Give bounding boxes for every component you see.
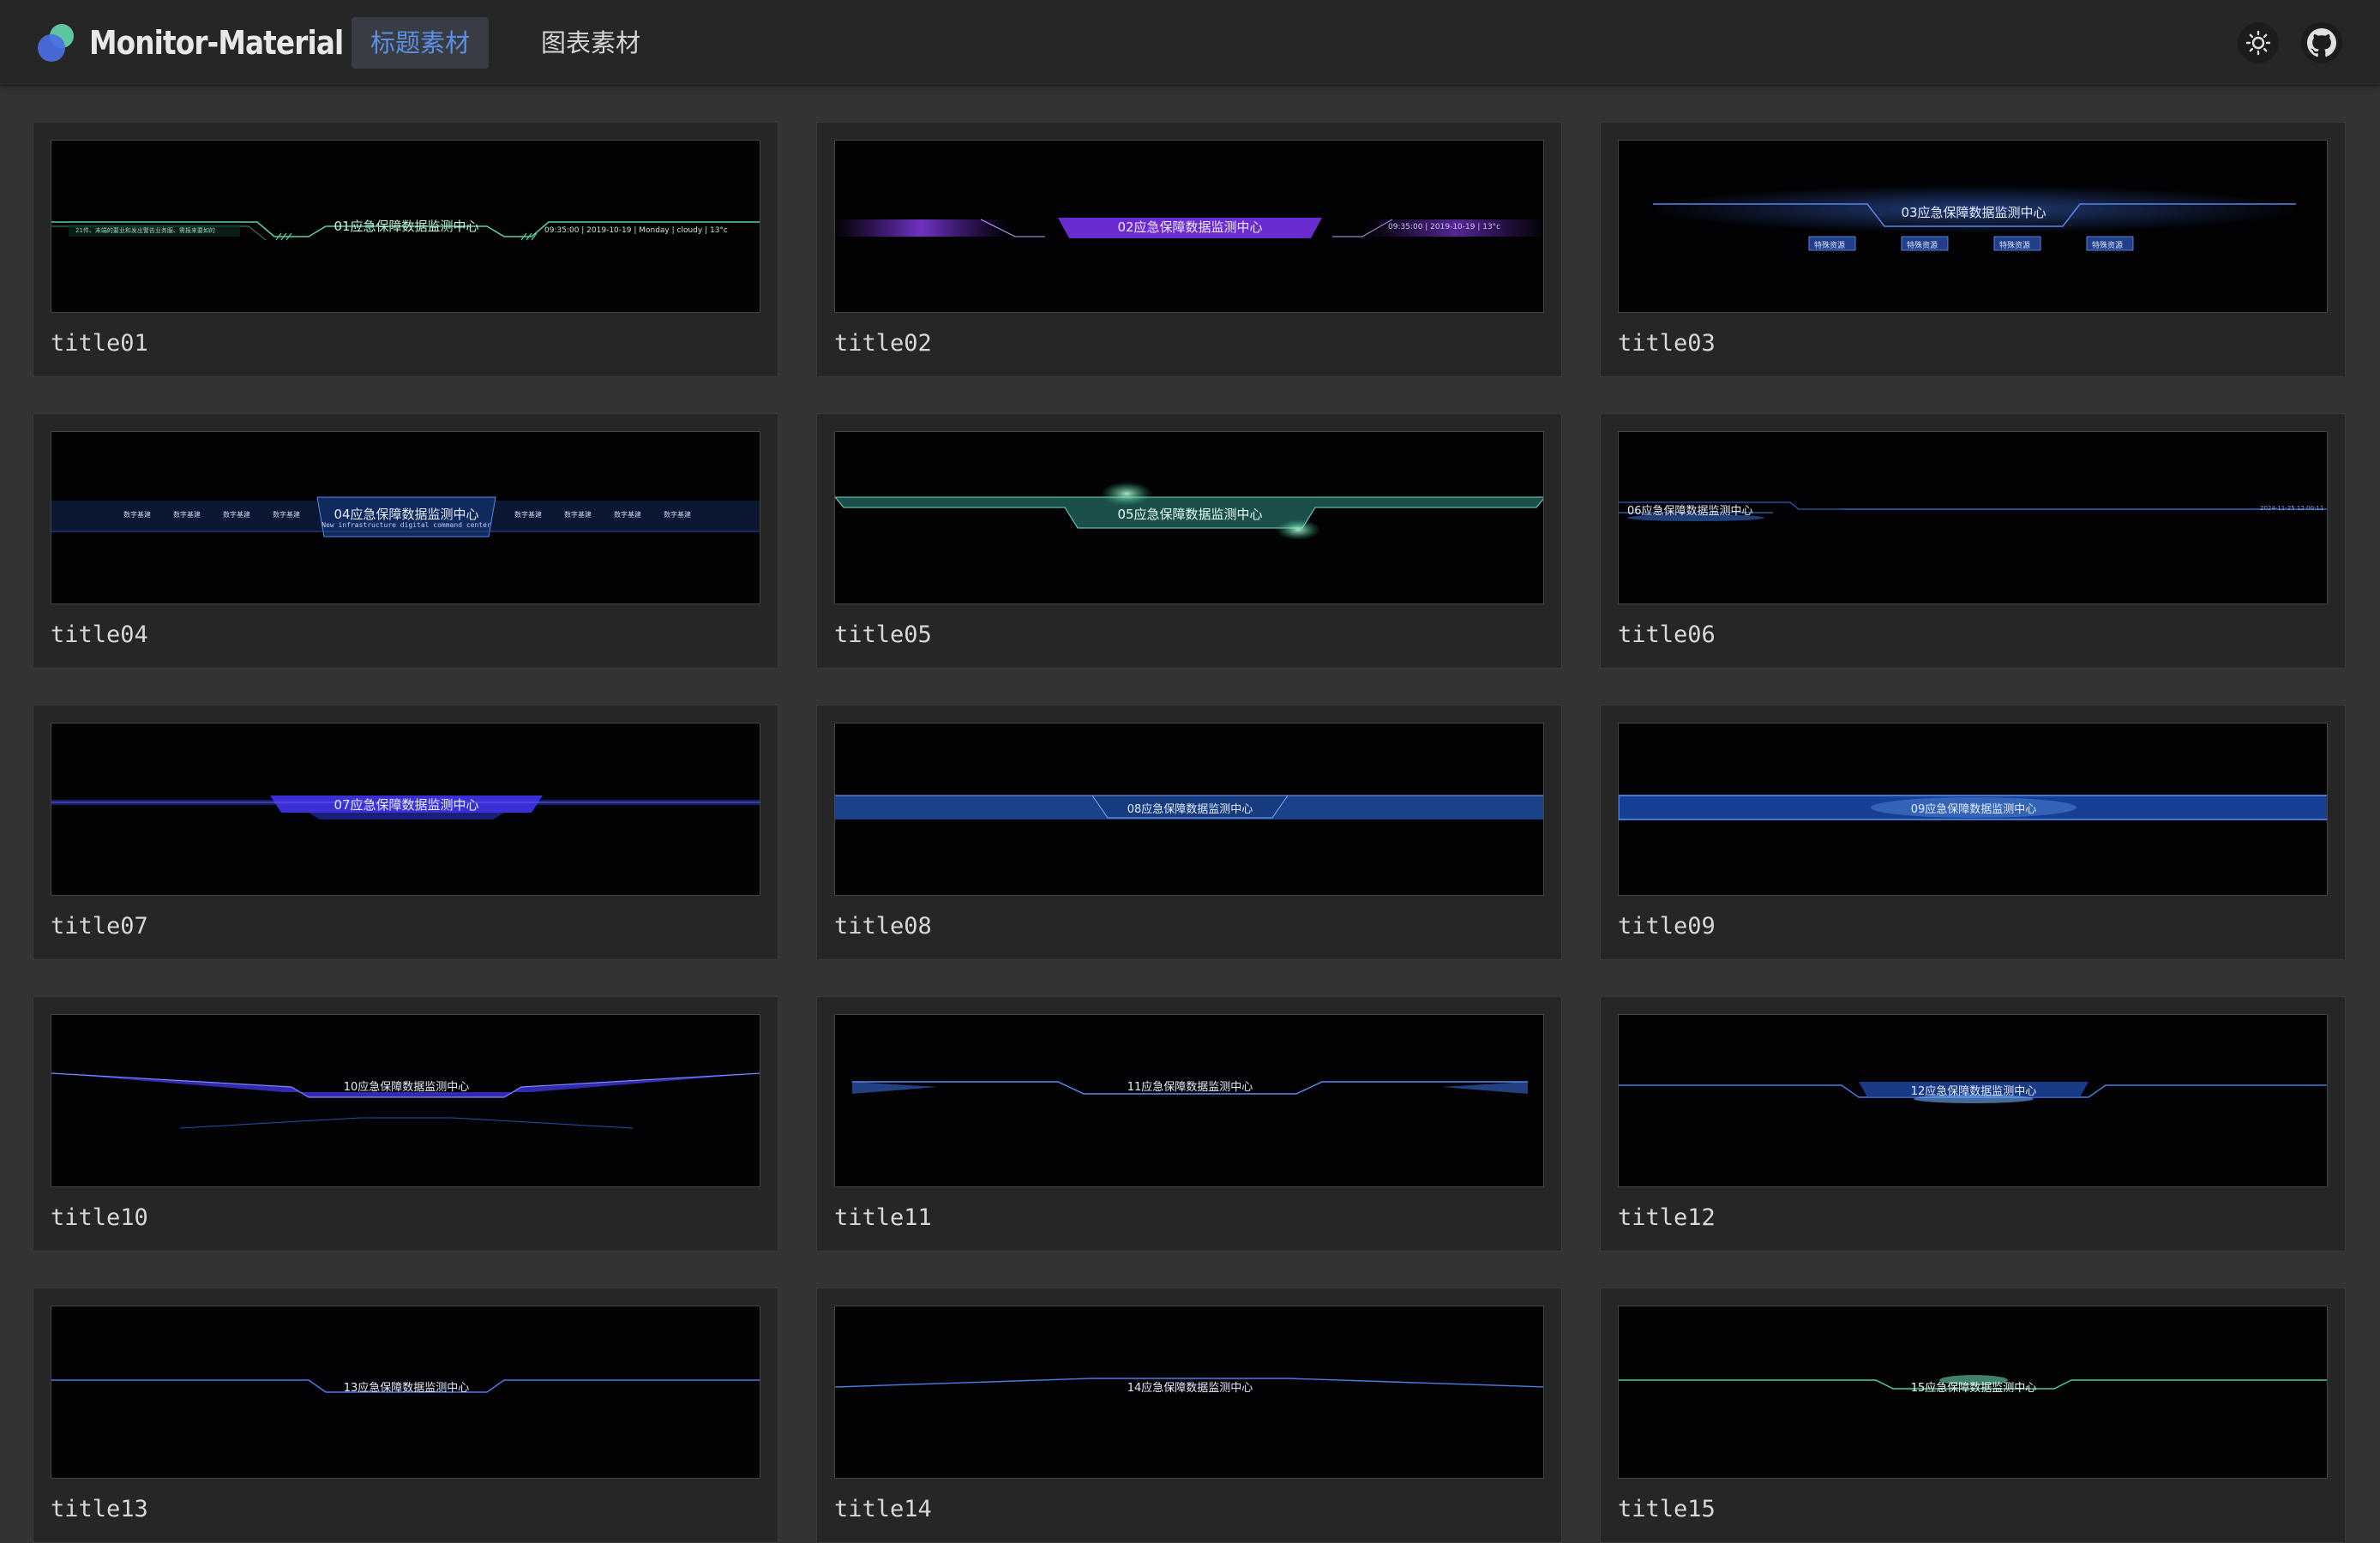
github-link-button[interactable] [2301,22,2342,63]
title-heading: 13应急保障数据监测中心 [343,1382,470,1395]
material-card[interactable]: 14应急保障数据监测中心 title14 [816,1288,1562,1543]
title-preview: 11应急保障数据监测中心 [834,1014,1544,1187]
title-preview: 09应急保障数据监测中心 [1618,723,2328,896]
title-preview: 06应急保障数据监测中心 2024-11-25 12:00:11 [1618,431,2328,604]
title-heading: 10应急保障数据监测中心 [343,1081,470,1094]
menu-item[interactable]: 数字基建 [614,510,641,519]
material-card[interactable]: 02应急保障数据监测中心 09:35:00 | 2019-10-19 | 13°… [816,122,1562,377]
right-info: 09:35:00 | 2019-10-19 | Monday | cloudy … [544,226,728,235]
title-preview: 05应急保障数据监测中心 [834,431,1544,604]
title-heading: 04应急保障数据监测中心 [334,507,479,522]
resource-button[interactable]: 特殊资源 [1814,239,1845,250]
title-preview: 07应急保障数据监测中心 [51,723,760,896]
resource-button[interactable]: 特殊资源 [2092,239,2123,250]
material-card[interactable]: 13应急保障数据监测中心 title13 [33,1288,778,1543]
resource-button[interactable]: 特殊资源 [1907,239,1938,250]
menu-item[interactable]: 数字基建 [664,510,691,519]
menu-item[interactable]: 数字基建 [514,510,542,519]
title-heading: 11应急保障数据监测中心 [1127,1081,1253,1094]
title-preview: 12应急保障数据监测中心 [1618,1014,2328,1187]
card-label: title10 [51,1204,148,1231]
card-label: title11 [834,1204,932,1231]
title-preview: 13应急保障数据监测中心 [51,1306,760,1479]
title-preview: 14应急保障数据监测中心 [834,1306,1544,1479]
theme-toggle-button[interactable] [2238,22,2279,63]
material-card[interactable]: 03应急保障数据监测中心 特殊资源 特殊资源 特殊资源 特殊资源 title03 [1600,122,2346,377]
title-heading: 06应急保障数据监测中心 [1627,505,1753,518]
menu-item[interactable]: 数字基建 [223,510,250,519]
material-card[interactable]: 12应急保障数据监测中心 title12 [1600,996,2346,1252]
card-label: title13 [51,1496,148,1522]
title-preview: 15应急保障数据监测中心 [1618,1306,2328,1479]
title-preview: 02应急保障数据监测中心 09:35:00 | 2019-10-19 | 13°… [834,140,1544,313]
title-heading: 08应急保障数据监测中心 [1127,803,1253,816]
right-info: 2024-11-25 12:00:11 [2260,505,2324,512]
title-heading: 14应急保障数据监测中心 [1127,1382,1253,1395]
resource-button[interactable]: 特殊资源 [1999,239,2030,250]
card-label: title12 [1618,1204,1716,1231]
menu-item[interactable]: 数字基建 [123,510,151,519]
github-icon [2307,28,2336,57]
title-heading: 07应急保障数据监测中心 [334,797,479,813]
title-preview: 04应急保障数据监测中心 New infrastructure digital … [51,431,760,604]
title-heading: 03应急保障数据监测中心 [1901,205,2046,220]
title-preview: 10应急保障数据监测中心 [51,1014,760,1187]
top-navbar: Monitor-Material 标题素材 图表素材 [0,0,2380,86]
card-label: title07 [51,913,148,940]
menu-item[interactable]: 数字基建 [173,510,201,519]
menu-item[interactable]: 数字基建 [564,510,592,519]
material-card[interactable]: 09应急保障数据监测中心 title09 [1600,705,2346,960]
card-label: title04 [51,621,148,648]
card-label: title06 [1618,621,1716,648]
title-heading: 15应急保障数据监测中心 [1910,1382,2037,1395]
left-info: 21件、末端的要业和发出警告业务服、需报来要如的 [75,227,215,234]
card-label: title01 [51,330,148,357]
title-heading: 12应急保障数据监测中心 [1910,1085,2037,1098]
title-preview: 01应急保障数据监测中心 21件、末端的要业和发出警告业务服、需报来要如的 09… [51,140,760,313]
card-label: title05 [834,621,932,648]
material-card[interactable]: 05应急保障数据监测中心 title05 [816,413,1562,669]
material-card[interactable]: 07应急保障数据监测中心 title07 [33,705,778,960]
card-label: title09 [1618,913,1716,940]
title-preview: 03应急保障数据监测中心 特殊资源 特殊资源 特殊资源 特殊资源 [1618,140,2328,313]
card-label: title08 [834,913,932,940]
card-label: title03 [1618,330,1716,357]
tab-chart-materials[interactable]: 图表素材 [509,17,672,69]
title-heading: 09应急保障数据监测中心 [1910,803,2037,816]
right-info: 09:35:00 | 2019-10-19 | 13°c [1388,223,1501,231]
material-card[interactable]: 01应急保障数据监测中心 21件、末端的要业和发出警告业务服、需报来要如的 09… [33,122,778,377]
logo-icon [38,24,74,62]
brand-name[interactable]: Monitor-Material [89,21,344,65]
card-label: title15 [1618,1496,1716,1522]
material-card[interactable]: 08应急保障数据监测中心 title08 [816,705,1562,960]
material-card[interactable]: 15应急保障数据监测中心 title15 [1600,1288,2346,1543]
material-card[interactable]: 10应急保障数据监测中心 title10 [33,996,778,1252]
menu-item[interactable]: 数字基建 [273,510,300,519]
sun-icon [2245,30,2271,56]
material-card[interactable]: 06应急保障数据监测中心 2024-11-25 12:00:11 title06 [1600,413,2346,669]
card-label: title02 [834,330,932,357]
card-label: title14 [834,1496,932,1522]
material-card[interactable]: 11应急保障数据监测中心 title11 [816,996,1562,1252]
title-heading: 05应急保障数据监测中心 [1117,507,1263,522]
material-card[interactable]: 04应急保障数据监测中心 New infrastructure digital … [33,413,778,669]
tab-title-materials[interactable]: 标题素材 [352,17,489,69]
title-subheading: New infrastructure digital command cente… [322,521,491,529]
title-preview: 08应急保障数据监测中心 [834,723,1544,896]
